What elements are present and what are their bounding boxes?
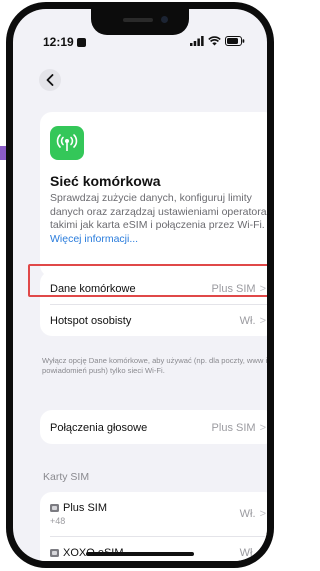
voice-calls-label: Połączenia głosowe — [50, 421, 148, 434]
hotspot-value: Wł. — [239, 314, 256, 327]
sim-name-line: Plus SIM — [50, 502, 107, 514]
description-text: Sprawdzaj zużycie danych, konfiguruj lim… — [50, 192, 267, 231]
home-indicator[interactable] — [86, 552, 194, 556]
chevron-right-icon: > — [259, 314, 266, 327]
sim-name: Plus SIM — [63, 502, 108, 514]
phone-frame: 12:19 Sieć komórkowa Sprawdzaj zużycie d… — [6, 2, 274, 568]
more-info-link[interactable]: Więcej informacji... — [50, 233, 138, 245]
sim-number: +48 — [50, 516, 66, 526]
phone-screen: 12:19 Sieć komórkowa Sprawdzaj zużycie d… — [13, 9, 267, 561]
status-indicator-icon — [76, 38, 86, 47]
cellular-info-card: Sieć komórkowa Sprawdzaj zużycie danych,… — [40, 112, 267, 277]
voice-settings-group: Połączenia głosowe Plus SIM > — [40, 410, 267, 444]
chevron-right-icon: > — [259, 508, 266, 520]
voice-calls-value: Plus SIM — [211, 421, 256, 434]
sim-card-icon — [50, 548, 59, 557]
esim-status: Wł. — [239, 546, 256, 559]
hotspot-row[interactable]: Hotspot osobisty Wł. > — [40, 305, 267, 336]
voice-calls-value-wrap: Plus SIM > — [212, 422, 266, 434]
voice-calls-row[interactable]: Połączenia głosowe Plus SIM > — [40, 412, 267, 443]
esim-card-row[interactable]: XOXO eSIM Wł. > — [40, 537, 267, 561]
sim-cards-group: Plus SIM +48 Wł. > XOXO eSIM Wł. > — [40, 492, 267, 561]
mobile-data-footnote: Wyłącz opcję Dane komórkowe, aby używać … — [42, 356, 267, 375]
status-time: 12:19 — [43, 35, 86, 49]
hotspot-label: Hotspot osobisty — [50, 314, 132, 327]
sim-status-wrap: Wł. > — [240, 508, 266, 520]
chevron-right-icon: > — [259, 421, 266, 434]
front-camera — [161, 16, 168, 23]
signal-icon — [190, 36, 204, 46]
sim-card-row[interactable]: Plus SIM +48 Wł. > — [40, 494, 267, 534]
esim-status-wrap: Wł. > — [240, 547, 266, 559]
battery-icon — [225, 36, 245, 46]
sim-section-header: Karty SIM — [43, 471, 90, 483]
sim-status: Wł. — [239, 508, 256, 520]
sim-card-info: Plus SIM +48 — [50, 502, 107, 526]
page-title: Sieć komórkowa — [50, 173, 161, 189]
back-button[interactable] — [39, 69, 61, 91]
wifi-icon — [208, 36, 221, 46]
hotspot-value-wrap: Wł. > — [240, 315, 266, 327]
page-description: Sprawdzaj zużycie danych, konfiguruj lim… — [50, 192, 267, 246]
antenna-icon — [56, 134, 78, 151]
highlight-box — [28, 264, 267, 297]
dynamic-notch — [91, 9, 189, 35]
chevron-right-icon: > — [259, 546, 266, 559]
speaker-grille — [123, 18, 153, 22]
back-chevron-icon — [46, 74, 54, 86]
cellular-app-icon — [50, 126, 84, 160]
status-icons — [190, 35, 245, 47]
sim-card-icon — [50, 504, 59, 512]
